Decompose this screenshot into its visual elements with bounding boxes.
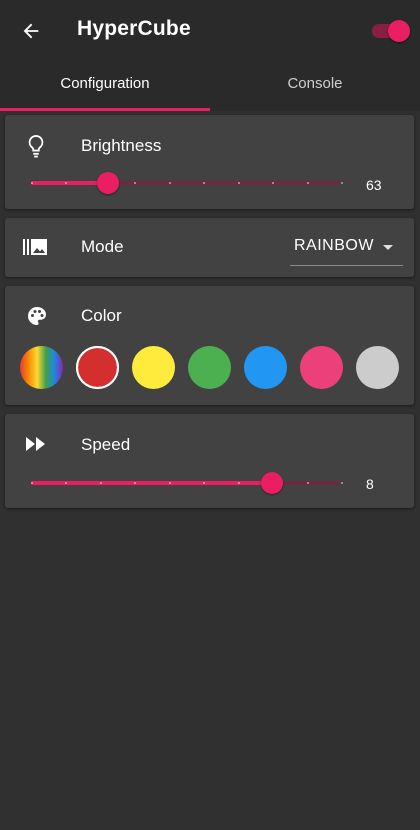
slider-tick [341,182,343,184]
tab-configuration[interactable]: Configuration [0,62,210,111]
lightbulb-icon [25,133,47,164]
slider-thumb[interactable] [96,172,119,194]
mode-select[interactable]: RAINBOW [290,235,403,266]
color-swatch-grey[interactable] [356,346,399,389]
app-bar: HyperCube Configuration Console [0,0,420,111]
mode-select-value: RAINBOW [294,237,374,254]
speed-value: 8 [366,476,374,492]
slider-tick [237,482,240,484]
dropdown-caret-icon [383,245,393,250]
back-button[interactable] [16,16,46,46]
slider-tick [341,482,343,484]
color-card: Color [5,286,414,405]
speed-label: Speed [81,435,131,454]
switch-thumb [388,20,410,42]
color-swatch-green[interactable] [188,346,231,389]
speed-card: Speed 8 [5,414,414,508]
slider-thumb[interactable] [261,472,284,494]
fast-forward-icon [25,436,47,457]
brightness-slider[interactable] [31,171,343,195]
arrow-left-icon [23,23,39,39]
slider-tick [237,182,240,184]
power-switch[interactable] [370,20,410,42]
tab-console[interactable]: Console [210,62,420,111]
app-title: HyperCube [77,17,191,40]
color-swatch-red[interactable] [76,346,119,389]
tab-label: Console [287,75,343,92]
color-swatch-pink[interactable] [300,346,343,389]
brightness-label: Brightness [81,136,162,155]
palette-icon [25,304,49,333]
brightness-card: Brightness 63 [5,115,414,209]
color-swatch-rainbow[interactable] [20,346,63,389]
slider-tick [31,482,33,484]
slider-fill [31,481,273,485]
gallery-icon [22,236,48,263]
slider-tick [99,482,102,484]
speed-slider[interactable] [31,471,343,495]
color-label: Color [81,306,122,325]
slider-tick [306,482,309,484]
brightness-value: 63 [366,177,382,193]
slider-tick [168,182,171,184]
mode-label: Mode [81,237,124,256]
color-swatch-yellow[interactable] [132,346,175,389]
color-swatch-blue[interactable] [244,346,287,389]
slider-tick [31,182,33,184]
tab-label: Configuration [60,75,150,92]
slider-tick [168,482,171,484]
mode-card: Mode RAINBOW [5,218,414,277]
slider-tick [306,182,309,184]
tab-indicator [0,108,210,111]
